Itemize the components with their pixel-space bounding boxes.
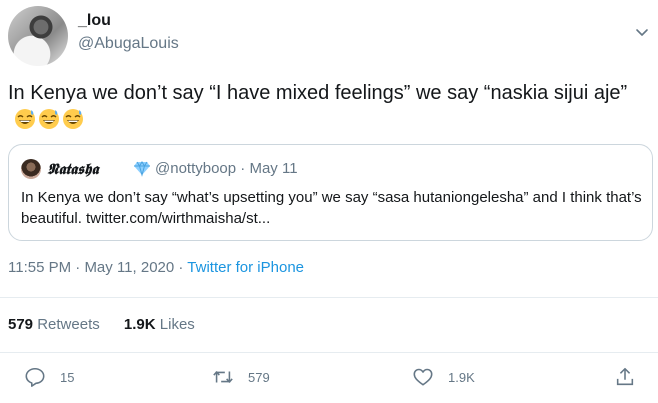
meta-separator: · (75, 259, 81, 276)
tweet-stats: 579 Retweets 1.9K Likes (8, 316, 215, 333)
tweet-body: In Kenya we don’t say “I have mixed feel… (8, 80, 648, 134)
quoted-handle: @nottyboop (155, 160, 237, 177)
chevron-down-icon[interactable] (634, 24, 650, 40)
divider (0, 297, 658, 298)
like-count: 1.9K (448, 369, 475, 385)
grinning-face-with-sweat-icon (39, 109, 59, 129)
likes-count: 1.9K (123, 316, 156, 333)
tweet-source-link[interactable]: Twitter for iPhone (187, 259, 304, 276)
likes-stat[interactable]: 1.9K Likes (124, 316, 195, 333)
heart-icon (413, 368, 433, 386)
author-handle[interactable]: @AbugaLouis (78, 35, 179, 53)
meta-separator: · (240, 160, 246, 177)
meta-separator: · (178, 259, 184, 276)
tweet-actions: 15 579 1.9K (0, 366, 658, 394)
tweet-timestamp: 11:55 PM · May 11, 2020 · Twitter for iP… (8, 259, 304, 276)
reply-button[interactable]: 15 (24, 366, 74, 388)
retweet-button[interactable]: 579 (212, 366, 270, 388)
quoted-meta: @nottyboop · May 11 (155, 160, 298, 177)
grinning-face-with-sweat-icon (15, 109, 35, 129)
tweet-time[interactable]: 11:55 PM (8, 259, 71, 276)
quoted-display-name: 𝕹𝖆𝖙𝖆𝖘𝖍𝖆 (47, 160, 99, 178)
like-button[interactable]: 1.9K (412, 366, 475, 388)
retweets-count: 579 (8, 316, 34, 333)
share-icon (616, 367, 634, 386)
author-display-name[interactable]: _lou (78, 12, 111, 30)
reply-icon (25, 367, 45, 387)
tweet-header: _lou @AbugaLouis (0, 0, 658, 70)
retweets-stat[interactable]: 579 Retweets (8, 316, 100, 333)
tweet-text: In Kenya we don’t say “I have mixed feel… (8, 82, 628, 104)
avatar[interactable] (8, 6, 68, 66)
share-button[interactable] (614, 366, 636, 388)
quoted-date[interactable]: May 11 (249, 160, 297, 177)
quoted-text: In Kenya we don’t say “what’s upsetting … (21, 189, 642, 227)
divider (0, 352, 658, 353)
grinning-face-with-sweat-icon (63, 109, 83, 129)
retweet-count: 579 (248, 369, 270, 385)
quoted-tweet-card[interactable]: 𝕹𝖆𝖙𝖆𝖘𝖍𝖆 @nottyboop · May 11 In Kenya we … (8, 144, 653, 241)
retweet-icon (213, 371, 233, 383)
likes-label: Likes (159, 316, 195, 333)
quoted-avatar[interactable] (21, 159, 41, 179)
tweet-date[interactable]: May 11, 2020 (84, 259, 174, 276)
retweets-label: Retweets (37, 316, 100, 333)
gem-stone-icon (134, 161, 150, 177)
emoji-group (14, 108, 84, 130)
reply-count: 15 (60, 369, 75, 385)
